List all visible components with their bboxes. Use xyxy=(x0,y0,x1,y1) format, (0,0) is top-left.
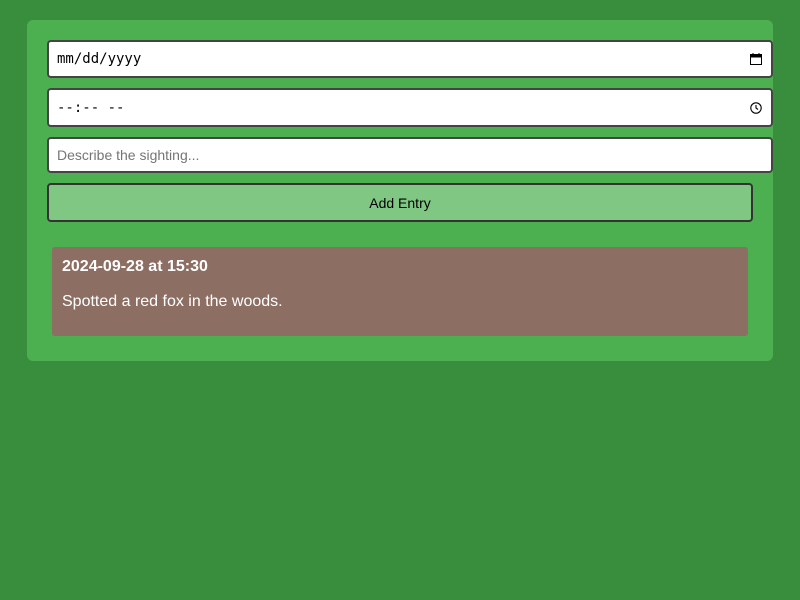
entry-timestamp: 2024-09-28 at 15:30 xyxy=(62,258,208,275)
entry-description: Spotted a red fox in the woods. xyxy=(62,293,283,310)
date-input[interactable]: mm/dd/yyyy xyxy=(47,40,773,78)
log-entry: 2024-09-28 at 15:30 Spotted a red fox in… xyxy=(52,247,748,336)
description-input[interactable] xyxy=(57,147,763,163)
add-entry-button[interactable]: Add Entry xyxy=(47,183,753,222)
sighting-log-panel: mm/dd/yyyy --:-- -- Add Entry 2024-09-28… xyxy=(27,20,773,361)
date-value: mm/dd/yyyy xyxy=(57,51,142,67)
clock-icon[interactable] xyxy=(749,101,763,115)
calendar-icon[interactable] xyxy=(749,52,763,66)
time-value: --:-- -- xyxy=(57,99,125,116)
time-input[interactable]: --:-- -- xyxy=(47,88,773,127)
description-field[interactable] xyxy=(47,137,773,173)
